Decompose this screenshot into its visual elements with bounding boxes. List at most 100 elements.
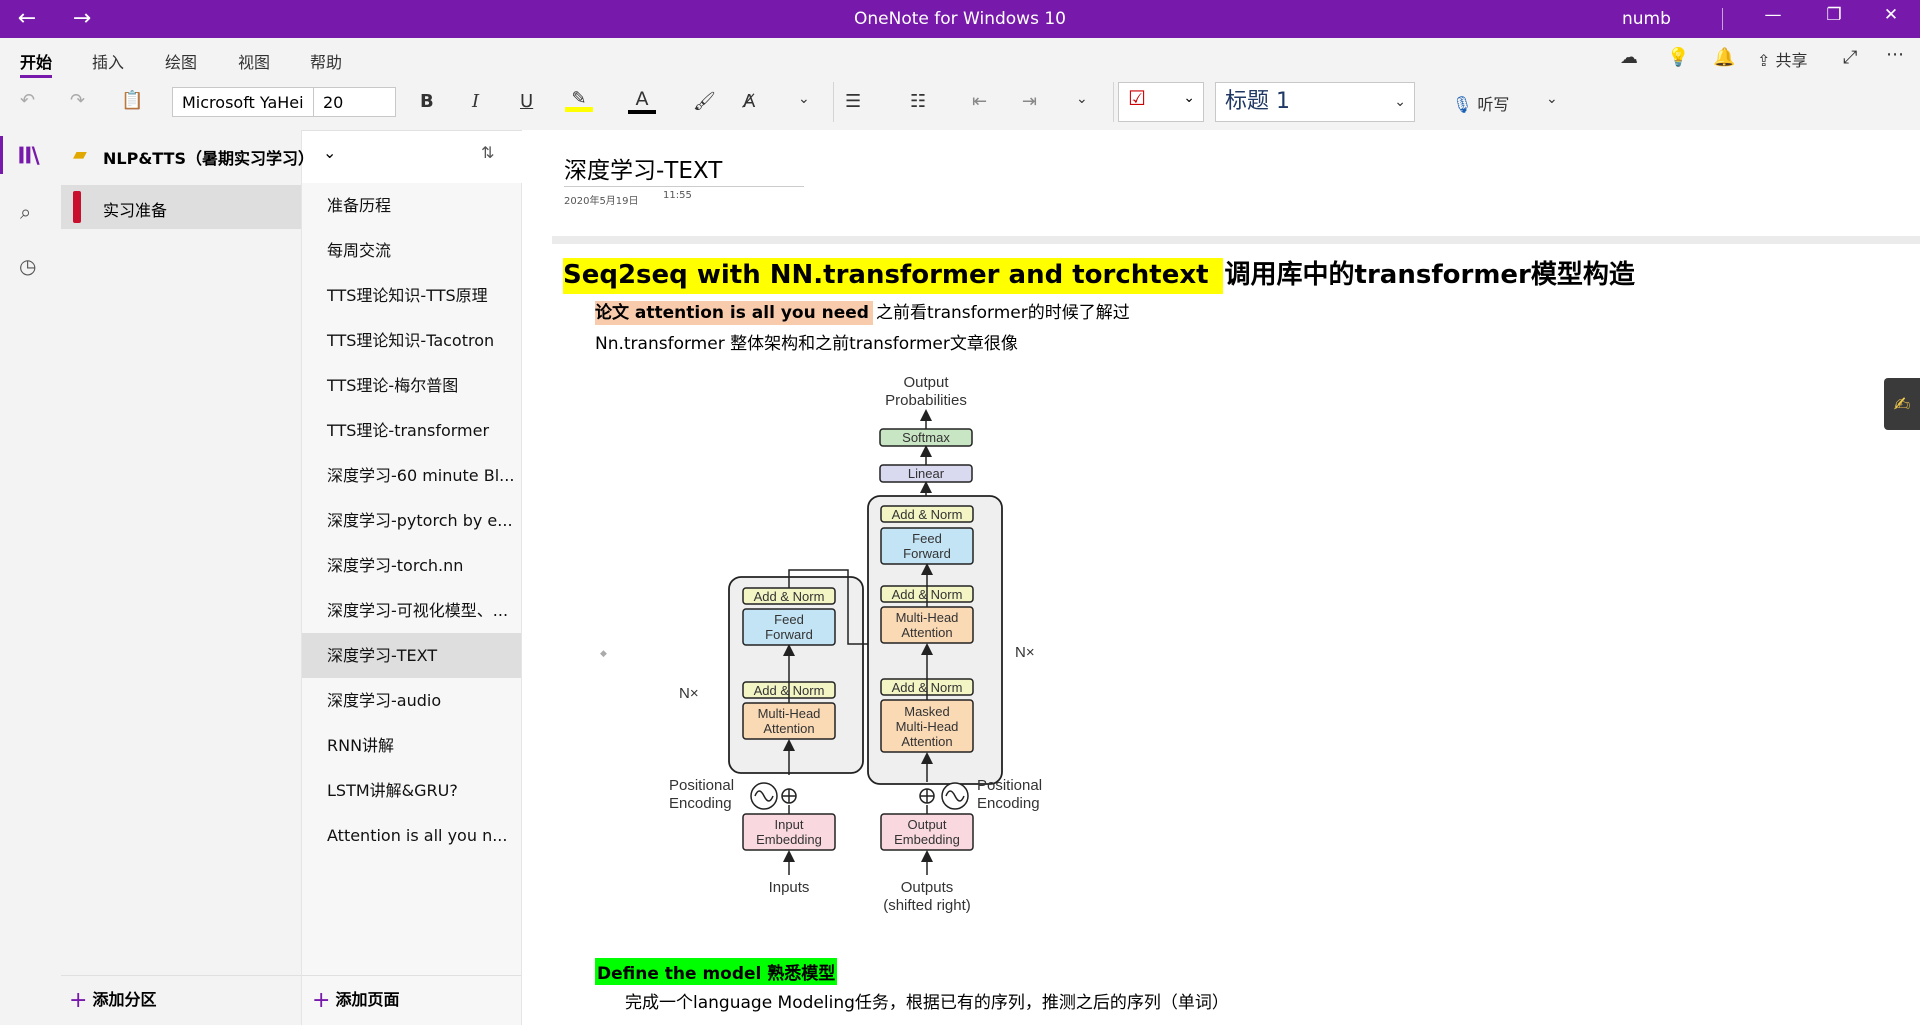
undo-icon[interactable]: ↶ — [20, 90, 35, 111]
page-list-item[interactable]: TTS理论知识-TTS原理 — [302, 273, 521, 318]
chevron-down-icon[interactable]: ⌄ — [1546, 91, 1558, 107]
ribbon: 开始 插入 绘图 视图 帮助 ☁ 💡 🔔 ⇪ 共享 ⤢ ⋯ ↶ ↷ 📋 Micr… — [0, 38, 1920, 131]
search-icon[interactable]: ⌕ — [20, 200, 31, 224]
divider — [302, 975, 521, 976]
pos-enc-right2: Encoding — [977, 795, 1040, 812]
tab-home[interactable]: 开始 — [20, 49, 53, 78]
font-color-icon: A — [635, 88, 649, 110]
microphone-icon: 🎙 — [1452, 95, 1473, 114]
page-list-item[interactable]: 深度学习-torch.nn — [302, 543, 521, 588]
redo-icon[interactable]: ↷ — [70, 90, 85, 111]
style-combo[interactable]: 标题 1 ⌄ — [1215, 82, 1415, 122]
add-page-button[interactable]: + 添加页面 — [312, 986, 400, 1013]
page-list-item[interactable]: 深度学习-audio — [302, 678, 521, 723]
page-list-item[interactable]: 深度学习-pytorch by e... — [302, 498, 521, 543]
restore-icon[interactable]: ❐ — [1819, 5, 1849, 25]
heading-line[interactable]: Seq2seq with NN.transformer and torchtex… — [563, 254, 1635, 294]
sort-icon[interactable]: ⇅ — [481, 143, 494, 162]
title-underline — [564, 186, 804, 187]
page-list-item[interactable]: TTS理论-transformer — [302, 408, 521, 453]
input-emb-label1: Input — [775, 817, 804, 832]
mha-label1: Multi-Head — [758, 706, 821, 721]
outputs-label1: Outputs — [901, 879, 954, 896]
line-attention[interactable]: 论文 attention is all you need 之前看transform… — [595, 298, 1130, 325]
section-label: 实习准备 — [103, 201, 168, 220]
font-name-combo[interactable]: Microsoft YaHei — [172, 87, 314, 117]
bell-icon[interactable]: 🔔 — [1713, 47, 1735, 68]
chevron-down-icon[interactable]: ⌄ — [323, 143, 336, 162]
share-label: 共享 — [1775, 51, 1808, 70]
ff-label2: Forward — [765, 627, 813, 642]
encoder-stack — [728, 576, 864, 774]
fullscreen-icon[interactable]: ⤢ — [1843, 47, 1857, 68]
line-architecture[interactable]: Nn.transformer 整体架构和之前transformer文章很像 — [595, 329, 1018, 354]
bold-button[interactable]: B — [420, 91, 434, 112]
highlight-button[interactable]: ✎ — [565, 88, 593, 118]
recent-clock-icon[interactable]: ◷ — [19, 254, 36, 278]
page-list-item[interactable]: 每周交流 — [302, 228, 521, 273]
font-size-combo[interactable]: 20 — [313, 87, 396, 117]
bullets-icon[interactable]: ☰ — [845, 91, 861, 112]
encoder-nx: N× — [679, 685, 699, 702]
notebooks-icon[interactable]: 𝐈𝐈\ — [18, 144, 40, 169]
section-item[interactable]: 实习准备 — [61, 185, 301, 229]
page-list-item[interactable]: LSTM讲解&GRU? — [302, 768, 521, 813]
page-time: 11:55 — [663, 190, 692, 201]
mmha-label3: Attention — [901, 734, 952, 749]
side-panel-toggle[interactable]: ✍ — [1884, 378, 1920, 430]
softmax-label: Softmax — [902, 430, 950, 445]
paragraph-handle-icon[interactable]: ◆ — [600, 649, 607, 659]
share-button[interactable]: ⇪ 共享 — [1757, 47, 1808, 71]
sync-icon[interactable]: ☁ — [1620, 47, 1638, 68]
outline-container-handle[interactable] — [552, 236, 1920, 244]
linear-label: Linear — [908, 466, 945, 481]
page-list-item[interactable]: 深度学习-TEXT — [302, 633, 521, 678]
chevron-down-icon[interactable]: ⌄ — [1076, 91, 1088, 107]
tab-draw[interactable]: 绘图 — [165, 49, 197, 73]
page-list-item[interactable]: TTS理论知识-Tacotron — [302, 318, 521, 363]
page-list-item[interactable]: 深度学习-60 minute Bl... — [302, 453, 521, 498]
tab-help[interactable]: 帮助 — [310, 49, 342, 73]
chevron-down-icon: ⌄ — [1183, 90, 1195, 106]
format-painter-icon[interactable]: 🖌 — [693, 91, 716, 112]
close-icon[interactable]: ✕ — [1876, 5, 1906, 25]
note-canvas[interactable]: 深度学习-TEXT 2020年5月19日 11:55 Seq2seq with … — [522, 130, 1920, 1025]
outdent-icon[interactable]: ⇤ — [972, 91, 987, 112]
decoder-nx: N× — [1015, 644, 1035, 661]
add-page-label: 添加页面 — [335, 990, 400, 1009]
font-color-button[interactable]: A — [628, 88, 656, 118]
chevron-down-icon[interactable]: ⌄ — [798, 91, 810, 107]
mha-label2: Attention — [763, 721, 814, 736]
dictate-button[interactable]: 🎙 听写 — [1452, 91, 1509, 115]
pages-pane: 准备历程 每周交流 TTS理论知识-TTS原理 TTS理论知识-Tacotron TTS… — [302, 183, 522, 1025]
notebook-icon: ▰ — [73, 144, 87, 165]
indent-icon[interactable]: ⇥ — [1022, 91, 1037, 112]
page-list-item[interactable]: 准备历程 — [302, 183, 521, 228]
numbering-icon[interactable]: ☷ — [910, 91, 926, 112]
clipboard-icon[interactable]: 📋 — [121, 90, 143, 111]
tab-view[interactable]: 视图 — [238, 49, 270, 73]
tag-combo[interactable]: ☑ ⌄ — [1118, 82, 1204, 122]
heading-rest: 调用库中的transformer模型构造 — [1224, 260, 1635, 290]
italic-button[interactable]: I — [472, 91, 479, 112]
page-list-item[interactable]: Attention is all you n... — [302, 813, 521, 858]
define-model-text[interactable]: 完成一个language Modeling任务，根据已有的序列，推测之后的序列（… — [625, 988, 1229, 1013]
tab-insert[interactable]: 插入 — [92, 49, 124, 73]
page-list-item[interactable]: RNN讲解 — [302, 723, 521, 768]
clear-formatting-icon[interactable]: A̸ — [743, 91, 755, 112]
notebook-name[interactable]: NLP&TTS（暑期实习学习） — [103, 145, 314, 169]
minimize-icon[interactable]: — — [1758, 5, 1788, 25]
add-norm-label: Add & Norm — [754, 589, 825, 604]
output-emb-label1: Output — [907, 817, 946, 832]
underline-button[interactable]: U — [520, 91, 533, 112]
highlighter-icon: ✎ — [571, 88, 587, 109]
page-title[interactable]: 深度学习-TEXT — [564, 151, 722, 185]
page-list-item[interactable]: 深度学习-可视化模型、... — [302, 588, 521, 633]
add-section-button[interactable]: + 添加分区 — [69, 986, 157, 1013]
user-name[interactable]: numb — [1622, 9, 1671, 29]
define-model-highlight[interactable]: Define the model 熟悉模型 — [595, 958, 838, 985]
output-prob-line2: Probabilities — [885, 392, 967, 409]
more-icon[interactable]: ⋯ — [1886, 44, 1904, 65]
page-list-item[interactable]: TTS理论-梅尔普图 — [302, 363, 521, 408]
lightbulb-icon[interactable]: 💡 — [1667, 47, 1689, 68]
